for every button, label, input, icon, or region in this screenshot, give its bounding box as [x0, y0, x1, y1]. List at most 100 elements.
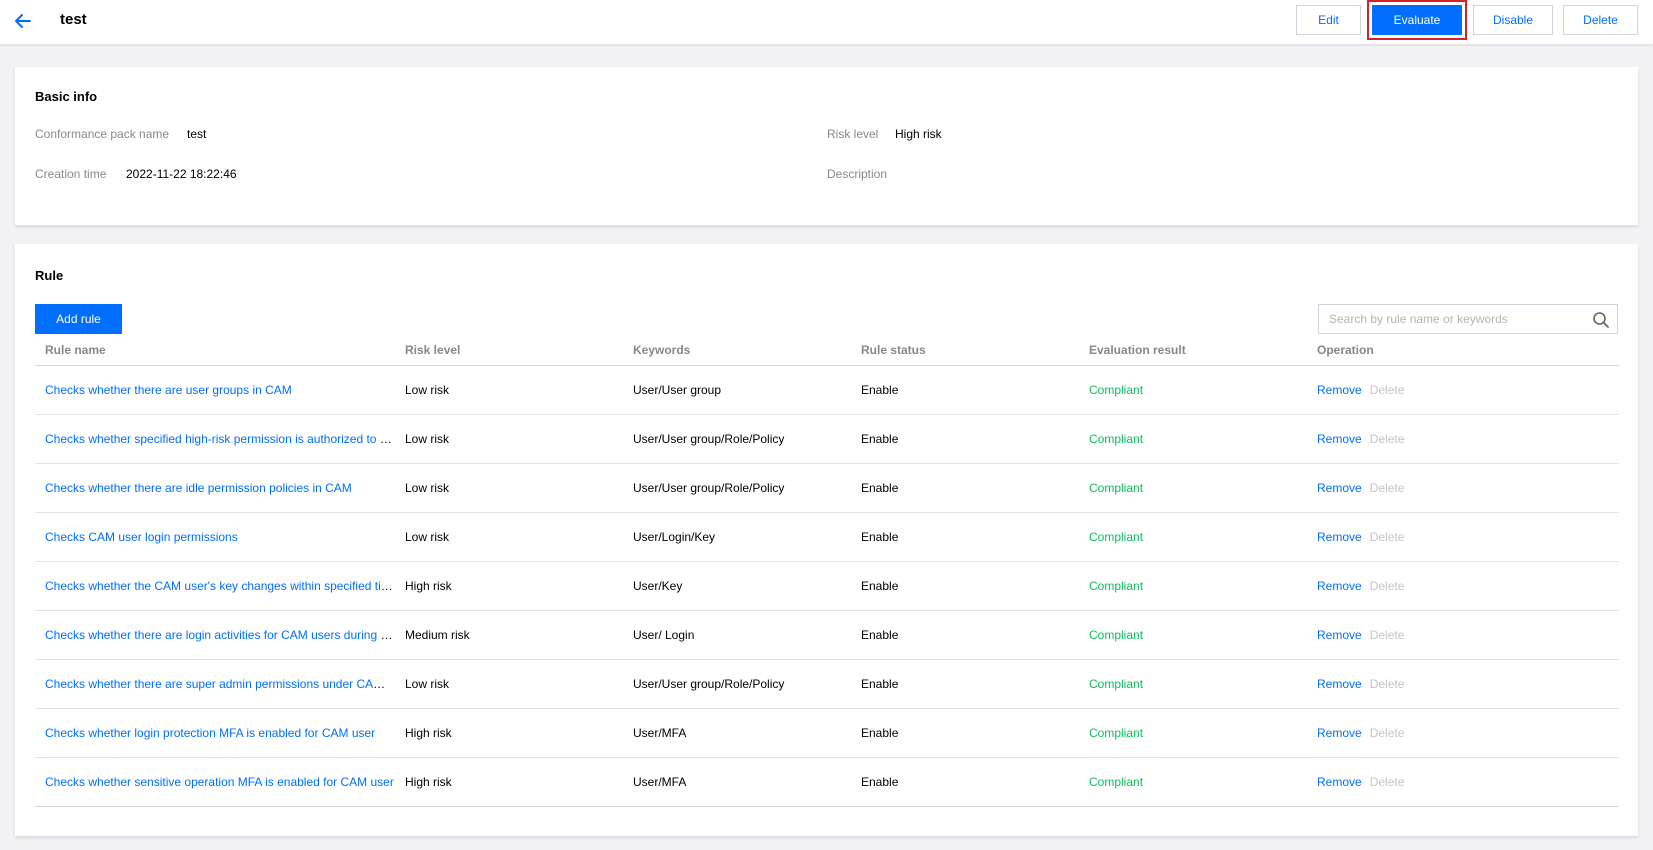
column-header: Risk level [395, 335, 623, 366]
delete-link-disabled: Delete [1369, 725, 1405, 740]
risk-level-cell: High risk [395, 757, 623, 807]
creation-time-label: Creation time [35, 167, 107, 181]
operation-cell: Remove Delete [1307, 708, 1619, 758]
risk-level-cell: Low risk [395, 512, 623, 562]
risk-level-cell: Medium risk [395, 610, 623, 660]
evaluation-result-cell: Compliant [1079, 610, 1307, 660]
rule-title: Rule [35, 268, 64, 283]
remove-link[interactable]: Remove [1317, 383, 1362, 397]
rule-name-link[interactable]: Checks whether login protection MFA is e… [45, 726, 375, 740]
basic-info-card: Basic info Conformance pack name test Ri… [15, 67, 1638, 225]
delete-button[interactable]: Delete [1563, 5, 1638, 35]
evaluation-result: Compliant [1089, 774, 1144, 789]
operation-cell: Remove Delete [1307, 610, 1619, 660]
header-actions: Edit Evaluate Disable Delete [1296, 0, 1638, 40]
operation-cell: Remove Delete [1307, 365, 1619, 415]
rule-name-link[interactable]: Checks whether there are login activitie… [45, 628, 395, 642]
rule-name-link[interactable]: Checks CAM user login permissions [45, 530, 238, 544]
remove-link[interactable]: Remove [1317, 628, 1362, 642]
operation-cell: Remove Delete [1307, 463, 1619, 513]
creation-time-value: 2022-11-22 18:22:46 [126, 167, 237, 181]
risk-level-cell: Low risk [395, 414, 623, 464]
evaluation-result-cell: Compliant [1079, 414, 1307, 464]
pack-name-label: Conformance pack name [35, 127, 170, 141]
remove-link[interactable]: Remove [1317, 579, 1362, 593]
evaluation-result: Compliant [1089, 676, 1144, 691]
column-header: Evaluation result [1079, 335, 1307, 366]
evaluation-result-cell: Compliant [1079, 757, 1307, 807]
rule-name-cell: Checks whether specified high-risk permi… [35, 414, 395, 464]
description-label: Description [827, 167, 888, 181]
keywords-cell: User/Key [623, 561, 851, 611]
disable-button[interactable]: Disable [1473, 5, 1553, 35]
risk-level-cell: Low risk [395, 365, 623, 415]
rule-name-cell: Checks whether there are user groups in … [35, 365, 395, 415]
remove-link[interactable]: Remove [1317, 481, 1362, 495]
rule-status-cell: Enable [851, 512, 1079, 562]
rule-status-cell: Enable [851, 365, 1079, 415]
evaluate-button[interactable]: Evaluate [1372, 5, 1462, 35]
keywords-cell: User/Login/Key [623, 512, 851, 562]
risk-level-label: Risk level [827, 127, 879, 141]
evaluation-result: Compliant [1089, 529, 1144, 544]
delete-link-disabled: Delete [1369, 627, 1405, 642]
delete-link-disabled: Delete [1369, 431, 1405, 446]
operation-cell: Remove Delete [1307, 561, 1619, 611]
add-rule-button[interactable]: Add rule [35, 304, 122, 334]
remove-link[interactable]: Remove [1317, 432, 1362, 446]
remove-link[interactable]: Remove [1317, 530, 1362, 544]
risk-level-cell: Low risk [395, 659, 623, 709]
rule-name-link[interactable]: Checks whether specified high-risk permi… [45, 432, 395, 446]
column-header: Rule status [851, 335, 1079, 366]
evaluation-result: Compliant [1089, 725, 1144, 740]
rule-name-link[interactable]: Checks whether there are idle permission… [45, 481, 352, 495]
delete-link-disabled: Delete [1369, 676, 1405, 691]
rule-name-cell: Checks whether sensitive operation MFA i… [35, 757, 395, 807]
risk-level-cell: High risk [395, 708, 623, 758]
rule-status-cell: Enable [851, 414, 1079, 464]
rule-name-cell: Checks whether there are idle permission… [35, 463, 395, 513]
rule-status-cell: Enable [851, 708, 1079, 758]
table-row: Checks whether there are login activitie… [35, 610, 1619, 660]
page-title: test [60, 11, 87, 28]
table-header-row: Rule name Risk level Keywords Rule statu… [35, 335, 1619, 366]
evaluation-result-cell: Compliant [1079, 463, 1307, 513]
keywords-cell: User/MFA [623, 757, 851, 807]
rule-name-link[interactable]: Checks whether there are user groups in … [45, 383, 292, 397]
column-header: Operation [1307, 335, 1619, 366]
rule-status-cell: Enable [851, 659, 1079, 709]
operation-cell: Remove Delete [1307, 414, 1619, 464]
delete-link-disabled: Delete [1369, 480, 1405, 495]
keywords-cell: User/User group/Role/Policy [623, 463, 851, 513]
operation-cell: Remove Delete [1307, 757, 1619, 807]
search-box [1318, 304, 1618, 334]
evaluation-result: Compliant [1089, 480, 1144, 495]
edit-button[interactable]: Edit [1296, 5, 1361, 35]
search-input[interactable] [1319, 305, 1584, 333]
evaluation-result-cell: Compliant [1079, 512, 1307, 562]
evaluation-result: Compliant [1089, 431, 1144, 446]
top-bar: test Edit Evaluate Disable Delete [0, 0, 1653, 45]
evaluation-result-cell: Compliant [1079, 708, 1307, 758]
back-button[interactable] [10, 9, 36, 33]
remove-link[interactable]: Remove [1317, 775, 1362, 789]
rule-name-cell: Checks whether there are super admin per… [35, 659, 395, 709]
rule-name-link[interactable]: Checks whether the CAM user's key change… [45, 579, 395, 593]
rule-status-cell: Enable [851, 610, 1079, 660]
rules-table: Rule name Risk level Keywords Rule statu… [35, 335, 1619, 807]
remove-link[interactable]: Remove [1317, 726, 1362, 740]
risk-level-cell: Low risk [395, 463, 623, 513]
rule-card: Rule Add rule Rule name Risk level Keywo… [15, 244, 1638, 836]
rule-name-link[interactable]: Checks whether sensitive operation MFA i… [45, 775, 394, 789]
table-row: Checks whether there are idle permission… [35, 463, 1619, 513]
basic-info-title: Basic info [35, 89, 98, 104]
search-icon[interactable] [1592, 311, 1610, 329]
remove-link[interactable]: Remove [1317, 677, 1362, 691]
table-row: Checks whether sensitive operation MFA i… [35, 757, 1619, 807]
rule-name-cell: Checks whether login protection MFA is e… [35, 708, 395, 758]
delete-link-disabled: Delete [1369, 578, 1405, 593]
pack-name-value: test [187, 127, 207, 141]
rule-name-link[interactable]: Checks whether there are super admin per… [45, 677, 395, 691]
evaluation-result-cell: Compliant [1079, 659, 1307, 709]
rule-status-cell: Enable [851, 463, 1079, 513]
